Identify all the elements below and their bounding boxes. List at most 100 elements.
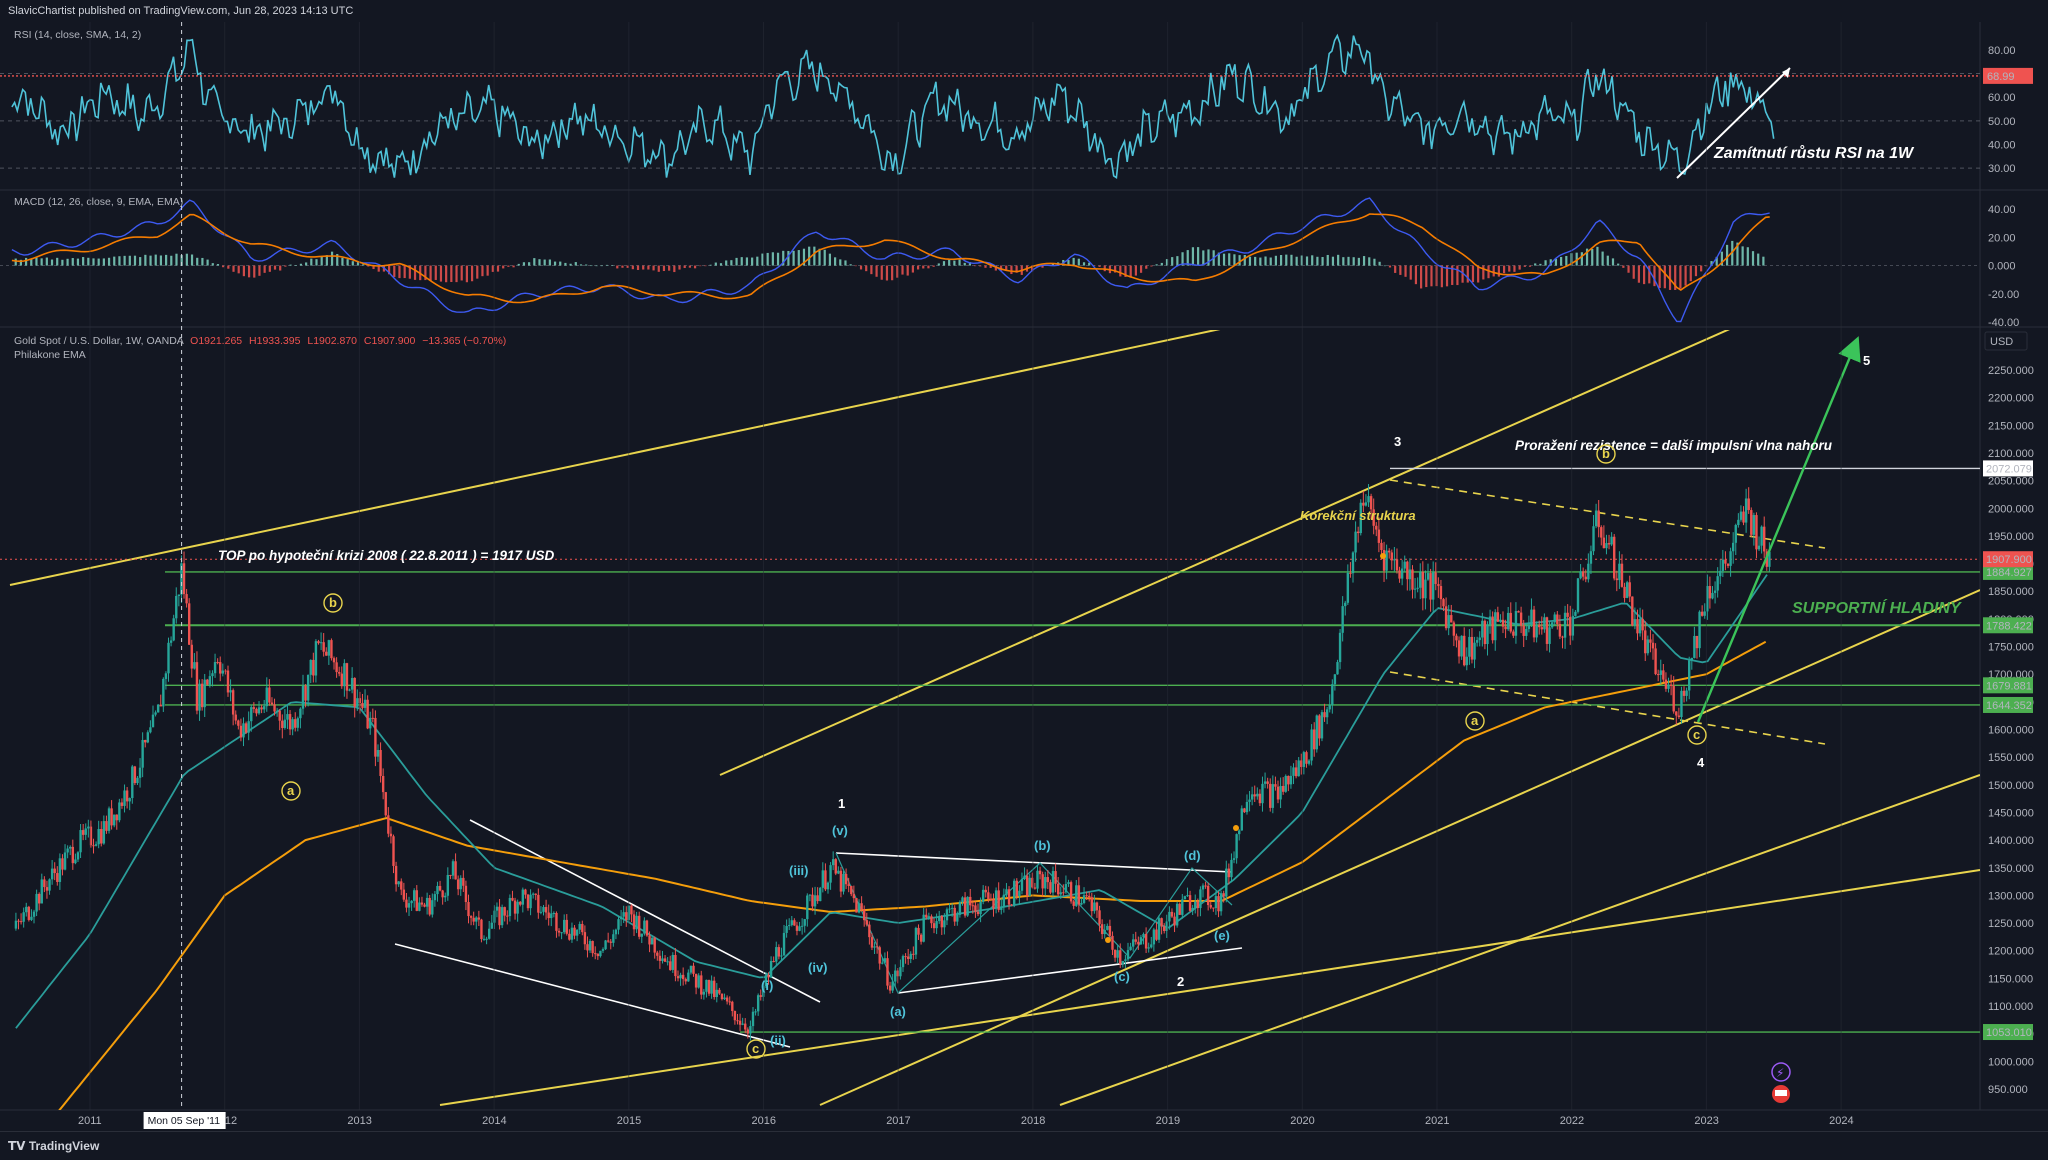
candle-body — [557, 930, 561, 933]
macd-histogram-bar — [227, 265, 230, 269]
candle-body — [1724, 559, 1727, 564]
candle-body — [374, 717, 377, 757]
macd-histogram-bar — [942, 261, 946, 266]
candle-body — [1028, 877, 1031, 896]
candle-body — [500, 907, 504, 926]
candle-body — [1460, 635, 1463, 657]
price-level-label: 1644.352 — [1986, 700, 2032, 712]
candle-body — [1256, 793, 1259, 797]
candle-body — [914, 927, 918, 955]
macd-histogram-bar — [470, 265, 474, 282]
macd-histogram-bar — [507, 265, 510, 267]
event-dot — [1105, 937, 1111, 943]
macd-pane[interactable] — [0, 197, 1980, 323]
candle-body — [560, 932, 563, 934]
macd-histogram-bar — [1539, 263, 1542, 266]
macd-histogram-bar — [585, 264, 588, 266]
candle-body — [1150, 944, 1153, 948]
candle-body — [1574, 611, 1577, 616]
macd-histogram-bar — [1596, 246, 1599, 266]
price-tick-label: 1950.000 — [1988, 531, 2034, 543]
candle-body — [1700, 611, 1704, 616]
candle-body — [935, 921, 938, 929]
macd-histogram-bar — [1222, 253, 1226, 266]
candle-body — [906, 956, 910, 959]
candle-body — [529, 894, 532, 909]
candle-body — [826, 882, 830, 890]
candle-body — [769, 961, 773, 978]
candle-body — [1346, 572, 1350, 603]
candle-body — [1690, 657, 1693, 661]
candle-body — [337, 672, 341, 674]
macd-histogram-bar — [662, 265, 666, 272]
candle-body — [100, 828, 103, 844]
candle-body — [1468, 636, 1471, 657]
candle-body — [304, 685, 307, 701]
macd-histogram-bar — [1337, 254, 1340, 266]
rsi-pane[interactable]: Zamítnutí růstu RSI na 1W — [0, 33, 1980, 179]
macd-histogram-bar — [1311, 255, 1314, 266]
candle-body — [1344, 602, 1347, 607]
candle-body — [431, 900, 434, 915]
macd-histogram-bar — [1186, 250, 1189, 266]
candle-body — [1364, 502, 1368, 506]
candle-body — [850, 885, 853, 895]
candle-body — [599, 950, 602, 957]
macd-histogram-bar — [403, 265, 406, 279]
candle-body — [583, 932, 587, 945]
tradingview-logo[interactable]: 𝗧𝗩 TradingView — [8, 1139, 99, 1153]
macd-tick-label: 20.00 — [1988, 232, 2016, 244]
currency-label: USD — [1990, 336, 2013, 348]
candle-body — [66, 848, 69, 853]
candle-body — [1444, 606, 1448, 629]
candle-body — [1411, 569, 1414, 590]
candle-body — [200, 683, 204, 708]
macd-histogram-bar — [865, 265, 868, 272]
macd-tick-label: 0.000 — [1988, 261, 2016, 273]
candle-body — [1119, 950, 1122, 965]
candle-body — [418, 902, 421, 911]
time-tick-label: 2011 — [78, 1115, 102, 1127]
candle-body — [573, 927, 576, 936]
chart-canvas[interactable]: Zamítnutí růstu RSI na 1W 80.0070.0060.0… — [0, 0, 2048, 1159]
candle-body — [79, 830, 82, 853]
candle-body — [1175, 903, 1179, 926]
candle-body — [1636, 619, 1639, 634]
candle-body — [1318, 715, 1321, 739]
macd-histogram-bar — [652, 265, 655, 271]
candle-body — [48, 879, 51, 891]
candle-body — [531, 893, 535, 895]
price-tick-label: 2000.000 — [1988, 503, 2034, 515]
candle-body — [58, 858, 62, 882]
candle-body — [1708, 586, 1712, 599]
macd-histogram-bar — [776, 252, 780, 266]
wave-label-iv: (iv) — [808, 960, 828, 975]
macd-histogram-bar — [1508, 265, 1511, 272]
candle-body — [1281, 785, 1285, 792]
candle-body — [780, 955, 783, 957]
candle-body — [578, 923, 581, 930]
macd-histogram-bar — [1368, 257, 1371, 266]
macd-histogram-bar — [1352, 257, 1355, 266]
macd-histogram-bar — [1072, 257, 1075, 266]
candle-body — [112, 814, 116, 826]
macd-histogram-bar — [823, 249, 826, 266]
wave-label-pc: (c) — [1114, 969, 1130, 984]
candle-body — [945, 909, 949, 921]
candle-body — [963, 897, 967, 916]
candle-body — [1088, 895, 1091, 898]
candle-body — [1219, 893, 1223, 912]
candle-body — [265, 687, 268, 707]
price-axis[interactable]: 2250.000 2200.000 2150.000 2100.000 2050.000… — [1983, 365, 2034, 1096]
candle-body — [1274, 784, 1277, 787]
candle-body — [394, 865, 398, 885]
macd-histogram-bar — [1440, 265, 1443, 288]
macd-histogram-bar — [553, 261, 557, 266]
candle-body — [451, 861, 455, 876]
macd-histogram-bar — [958, 259, 961, 266]
candle-body — [115, 814, 118, 821]
wave-label-ii: (ii) — [770, 1033, 786, 1048]
macd-histogram-bar — [1248, 256, 1252, 266]
candle-body — [175, 596, 178, 619]
candle-body — [1424, 579, 1427, 599]
